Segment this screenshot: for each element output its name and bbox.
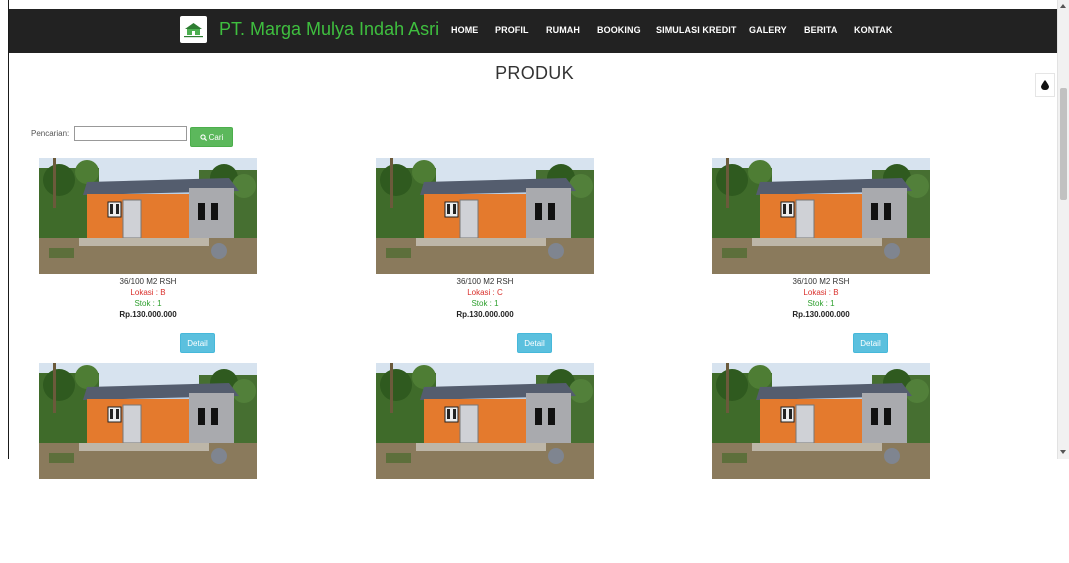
product-card bbox=[712, 363, 932, 563]
page-title: PRODUK bbox=[495, 63, 574, 83]
nav-item-home[interactable]: HOME bbox=[451, 25, 478, 35]
scroll-thumb[interactable] bbox=[1060, 88, 1067, 200]
brand-name[interactable]: PT. Marga Mulya Indah Asri bbox=[219, 17, 439, 41]
vertical-scrollbar[interactable] bbox=[1057, 0, 1069, 459]
detail-button[interactable]: Detail bbox=[853, 333, 888, 353]
product-card bbox=[39, 363, 259, 563]
product-stock: Stok : 1 bbox=[807, 299, 835, 308]
product-name: 36/100 M2 RSH bbox=[456, 277, 514, 286]
nav-item-profil[interactable]: PROFIL bbox=[495, 25, 529, 35]
product-location: Lokasi : B bbox=[803, 288, 839, 297]
product-image[interactable] bbox=[712, 363, 930, 479]
product-image[interactable] bbox=[376, 363, 594, 479]
product-location: Lokasi : C bbox=[467, 288, 503, 297]
window-top-edge bbox=[9, 0, 1059, 9]
search-label: Pencarian: bbox=[31, 129, 70, 138]
product-card: 36/100 M2 RSH Lokasi : B Stok : 1 Rp.130… bbox=[712, 158, 932, 358]
nav-item-kontak[interactable]: KONTAK bbox=[854, 25, 892, 35]
product-name: 36/100 M2 RSH bbox=[119, 277, 177, 286]
product-location: Lokasi : B bbox=[130, 288, 166, 297]
scroll-down-arrow-icon[interactable] bbox=[1060, 450, 1066, 454]
theme-toggle-button[interactable] bbox=[1035, 73, 1055, 97]
product-image[interactable] bbox=[39, 363, 257, 479]
search-button[interactable]: Cari bbox=[190, 127, 233, 147]
top-navbar: PT. Marga Mulya Indah Asri HOME PROFIL R… bbox=[9, 9, 1057, 53]
product-card bbox=[376, 363, 596, 563]
detail-button[interactable]: Detail bbox=[180, 333, 215, 353]
nav-item-galery[interactable]: GALERY bbox=[749, 25, 787, 35]
product-image[interactable] bbox=[39, 158, 257, 274]
detail-button[interactable]: Detail bbox=[517, 333, 552, 353]
product-card: 36/100 M2 RSH Lokasi : C Stok : 1 Rp.130… bbox=[376, 158, 596, 358]
house-logo-icon[interactable] bbox=[180, 16, 207, 43]
nav-item-booking[interactable]: BOOKING bbox=[597, 25, 641, 35]
scroll-up-arrow-icon[interactable] bbox=[1060, 4, 1066, 8]
product-stock: Stok : 1 bbox=[134, 299, 162, 308]
product-card: 36/100 M2 RSH Lokasi : B Stok : 1 Rp.130… bbox=[39, 158, 259, 358]
nav-item-rumah[interactable]: RUMAH bbox=[546, 25, 580, 35]
product-name: 36/100 M2 RSH bbox=[792, 277, 850, 286]
product-image[interactable] bbox=[376, 158, 594, 274]
product-price: Rp.130.000.000 bbox=[456, 310, 514, 319]
search-icon bbox=[200, 133, 207, 141]
product-stock: Stok : 1 bbox=[471, 299, 499, 308]
search-input[interactable] bbox=[74, 126, 187, 141]
search-button-label: Cari bbox=[208, 132, 224, 142]
nav-item-berita[interactable]: BERITA bbox=[804, 25, 837, 35]
product-image[interactable] bbox=[712, 158, 930, 274]
nav-item-simulasi-kredit[interactable]: SIMULASI KREDIT bbox=[656, 25, 737, 35]
product-price: Rp.130.000.000 bbox=[119, 310, 177, 319]
product-price: Rp.130.000.000 bbox=[792, 310, 850, 319]
droplet-icon bbox=[1041, 80, 1049, 90]
